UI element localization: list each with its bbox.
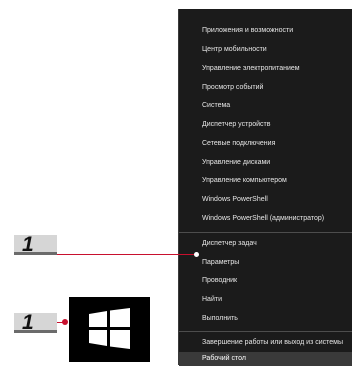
callout-number: 1	[22, 311, 34, 334]
menu-item-device-manager[interactable]: Диспетчер устройств	[179, 116, 352, 134]
pointer-dot	[194, 252, 199, 257]
menu-item-task-manager[interactable]: Диспетчер задач	[179, 235, 352, 253]
menu-item-shutdown-signout[interactable]: Завершение работы или выход из системы	[179, 334, 352, 352]
menu-separator	[179, 331, 352, 332]
menu-item-power-options[interactable]: Управление электропитанием	[179, 60, 352, 78]
menu-item-desktop[interactable]: Рабочий стол	[179, 352, 352, 366]
menu-item-network-connections[interactable]: Сетевые подключения	[179, 135, 352, 153]
callout-badge: 1	[14, 233, 57, 256]
menu-item-computer-management[interactable]: Управление компьютером	[179, 172, 352, 190]
menu-item-powershell[interactable]: Windows PowerShell	[179, 191, 352, 209]
windows-logo-icon	[89, 308, 130, 349]
pointer-dot	[62, 319, 68, 325]
menu-item-mobility-center[interactable]: Центр мобильности	[179, 41, 352, 59]
menu-item-event-viewer[interactable]: Просмотр событий	[179, 79, 352, 97]
menu-item-system[interactable]: Система	[179, 97, 352, 115]
menu-separator	[179, 232, 352, 233]
context-menu: Приложения и возможности Центр мобильнос…	[178, 9, 352, 366]
menu-item-powershell-admin[interactable]: Windows PowerShell (администратор)	[179, 210, 352, 228]
menu-item-search[interactable]: Найти	[179, 291, 352, 309]
menu-item-explorer[interactable]: Проводник	[179, 272, 352, 290]
menu-item-apps-features[interactable]: Приложения и возможности	[179, 22, 352, 40]
start-button[interactable]	[69, 297, 150, 362]
callout-number: 1	[22, 233, 34, 256]
menu-item-settings[interactable]: Параметры	[179, 254, 352, 272]
menu-item-run[interactable]: Выполнить	[179, 310, 352, 328]
leader-line	[57, 254, 197, 255]
menu-item-disk-management[interactable]: Управление дисками	[179, 154, 352, 172]
callout-badge: 1	[14, 311, 57, 334]
